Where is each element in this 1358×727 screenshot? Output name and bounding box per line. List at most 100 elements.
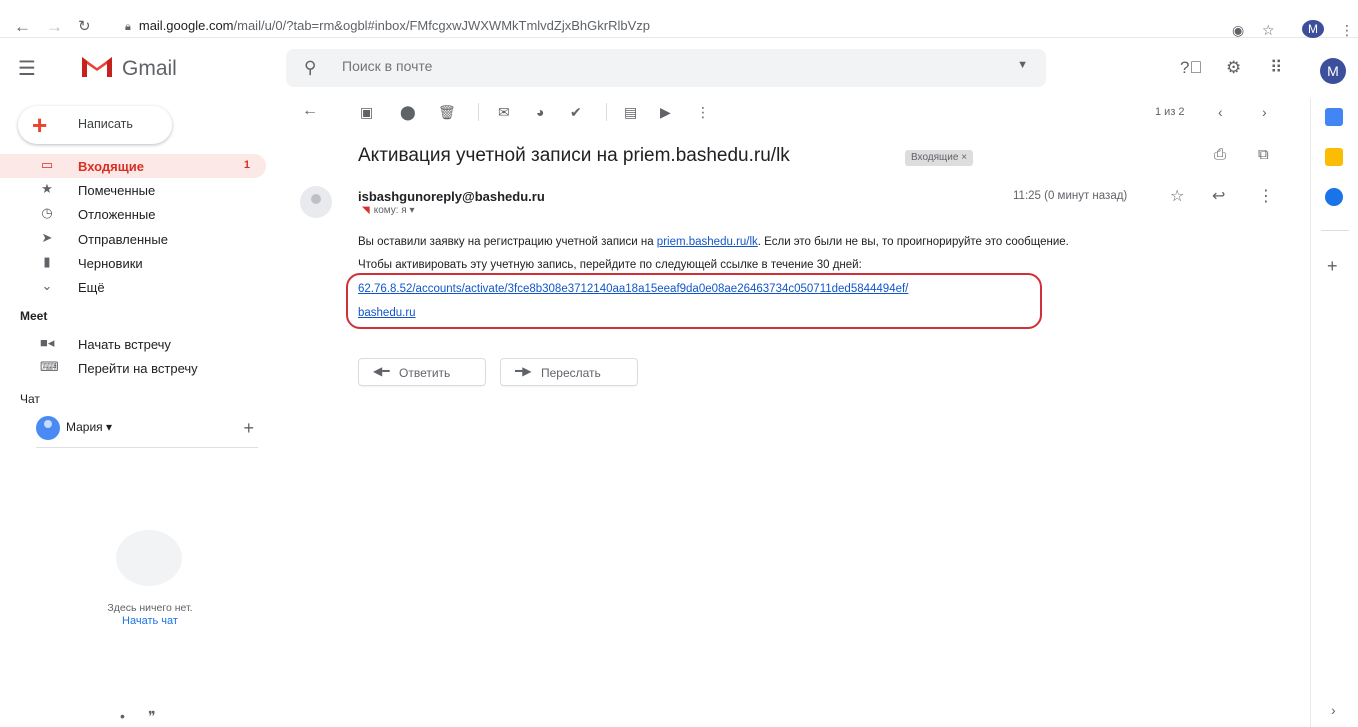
sidebar-item-starred[interactable]: ★ Помеченные	[0, 178, 266, 202]
recipient-line[interactable]: ◥ кому: я ▾	[362, 205, 415, 216]
hangouts-quote-icon[interactable]: ❞	[148, 708, 156, 725]
start-chat-link[interactable]: Начать чат	[0, 615, 300, 627]
settings-gear-icon[interactable]: ⚙	[1226, 58, 1241, 78]
apps-grid-icon[interactable]: ⠿	[1270, 58, 1282, 78]
open-new-window-icon[interactable]: ⧉	[1258, 146, 1269, 163]
label-icon[interactable]: ▶	[660, 104, 671, 121]
add-chat-icon[interactable]: +	[243, 418, 254, 439]
back-arrow-icon[interactable]: ←	[14, 16, 31, 38]
message-subject: Активация учетной записи на priem.bashed…	[358, 145, 790, 166]
chat-user-name: Мария ▾	[66, 420, 113, 434]
tasks-icon[interactable]	[1325, 188, 1343, 206]
main-menu-icon[interactable]: ☰	[18, 56, 36, 81]
sender-avatar	[300, 186, 332, 218]
url-path: /mail/u/0/?tab=rm&ogbl#inbox/FMfcgxwJWXW…	[233, 18, 650, 33]
gmail-wordmark: Gmail	[122, 57, 177, 80]
star-icon: ★	[41, 181, 53, 196]
mark-unread-icon[interactable]: ✉	[498, 104, 510, 121]
sidebar-item-label: Отложенные	[78, 207, 156, 222]
sidebar-item-label: Перейти на встречу	[78, 361, 198, 376]
forward-icon: ━▶	[515, 364, 532, 378]
priem-link[interactable]: priem.bashedu.ru/lk	[657, 236, 758, 248]
side-panel: + ›	[1310, 98, 1358, 727]
reply-icon: ◀━	[373, 364, 390, 378]
more-options-icon[interactable]: ⋮	[696, 104, 710, 121]
activation-link[interactable]: 62.76.8.52/accounts/activate/3fce8b308e3…	[358, 283, 908, 295]
print-icon[interactable]: ⎙	[1214, 146, 1226, 163]
label-icon: ◥	[362, 205, 370, 216]
forward-label: Переслать	[541, 366, 601, 380]
show-side-panel-icon[interactable]: ›	[1331, 702, 1336, 718]
calendar-icon[interactable]	[1325, 108, 1343, 126]
forward-arrow-icon[interactable]: →	[46, 16, 63, 38]
side-panel-divider	[1321, 230, 1349, 231]
sidebar-item-label: Входящие	[78, 159, 144, 174]
sidebar-item-more[interactable]: ⌄ Ещё	[0, 275, 266, 299]
report-spam-icon[interactable]: ⬤	[400, 104, 416, 121]
sidebar-item-inbox[interactable]: ▭ Входящие 1	[0, 154, 266, 178]
chat-user-status[interactable]: Мария ▾ +	[36, 414, 258, 448]
sidebar-item-drafts[interactable]: ▮ Черновики	[0, 251, 266, 275]
chevron-down-icon: ⌄	[41, 278, 53, 293]
sidebar-item-label: Ещё	[78, 280, 105, 295]
draft-icon: ▮	[43, 254, 51, 269]
bashedu-link[interactable]: bashedu.ru	[358, 307, 416, 319]
more-options-icon[interactable]: ⋮	[1258, 186, 1274, 206]
reload-icon[interactable]: ↻	[78, 16, 91, 38]
browser-toolbar: ← → ↻ 🔒︎ mail.google.com/mail/u/0/?tab=rm…	[0, 0, 1358, 38]
unread-count: 1	[243, 159, 250, 171]
body-line-2: Чтобы активировать эту учетную запись, п…	[358, 259, 862, 271]
move-to-icon[interactable]: ▤	[624, 104, 637, 121]
sidebar-item-label: Начать встречу	[78, 337, 171, 352]
lock-icon: 🔒︎	[125, 21, 131, 33]
toolbar-divider	[478, 103, 479, 121]
body-line-1: Вы оставили заявку на регистрацию учетно…	[358, 236, 1069, 248]
eye-icon[interactable]: ◉	[1232, 22, 1244, 39]
archive-icon[interactable]: ▣	[360, 104, 373, 121]
search-bar[interactable]: ⚲ ▼	[286, 49, 1046, 87]
sidebar-item-label: Черновики	[78, 256, 143, 271]
search-input[interactable]	[342, 58, 942, 74]
person-icon[interactable]: •	[120, 708, 125, 724]
compose-plus-icon: +	[32, 110, 48, 140]
reply-icon[interactable]: ↩	[1212, 186, 1225, 206]
bookmark-star-icon[interactable]: ☆	[1262, 22, 1275, 39]
send-icon: ➤	[41, 230, 53, 245]
star-icon[interactable]: ☆	[1170, 186, 1184, 206]
browser-profile-avatar[interactable]: M	[1302, 20, 1324, 38]
gmail-logo-icon[interactable]	[80, 53, 114, 79]
inbox-label-chip[interactable]: Входящие ×	[905, 150, 974, 166]
url-host: mail.google.com	[138, 18, 234, 33]
sidebar-item-label: Помеченные	[78, 183, 156, 198]
clock-icon: ◷	[41, 205, 53, 220]
reply-button[interactable]: ◀━ Ответить	[358, 358, 486, 386]
address-bar[interactable]: 🔒︎ mail.google.com/mail/u/0/?tab=rm&ogbl#…	[125, 18, 1275, 34]
keep-icon[interactable]	[1325, 148, 1343, 166]
sidebar-item-snoozed[interactable]: ◷ Отложенные	[0, 202, 266, 226]
snooze-icon[interactable]: ◕	[536, 104, 544, 120]
search-icon[interactable]: ⚲	[304, 58, 316, 78]
compose-button[interactable]: + Написать	[18, 106, 172, 144]
help-icon[interactable]: ?⃝	[1180, 58, 1202, 78]
sidebar-item-join-meeting[interactable]: ⌨ Перейти на встречу	[0, 356, 266, 380]
video-icon: ■◂	[40, 335, 55, 350]
newer-chevron-icon[interactable]: ›	[1262, 104, 1267, 120]
forward-button[interactable]: ━▶ Переслать	[500, 358, 638, 386]
search-options-icon[interactable]: ▼	[1017, 59, 1028, 71]
older-chevron-icon[interactable]: ‹	[1218, 104, 1223, 120]
add-task-icon[interactable]: ✔	[570, 104, 582, 121]
hangouts-icon	[116, 530, 182, 586]
inbox-icon: ▭	[40, 157, 54, 172]
highlight-annotation	[346, 273, 1042, 329]
get-addons-icon[interactable]: +	[1327, 256, 1338, 277]
sidebar-item-new-meeting[interactable]: ■◂ Начать встречу	[0, 332, 266, 356]
delete-icon[interactable]: 🗑︎	[438, 104, 456, 121]
browser-menu-icon[interactable]: ⋮	[1340, 22, 1354, 39]
sender-email[interactable]: isbashgunoreply@bashedu.ru	[358, 189, 545, 204]
pagination-text: 1 из 2	[1155, 106, 1185, 118]
back-to-inbox-icon[interactable]: ←	[302, 102, 318, 120]
chat-empty-text: Здесь ничего нет.	[107, 602, 193, 614]
compose-label: Написать	[78, 117, 133, 131]
account-avatar[interactable]: M	[1320, 58, 1346, 84]
sidebar-item-sent[interactable]: ➤ Отправленные	[0, 227, 266, 251]
